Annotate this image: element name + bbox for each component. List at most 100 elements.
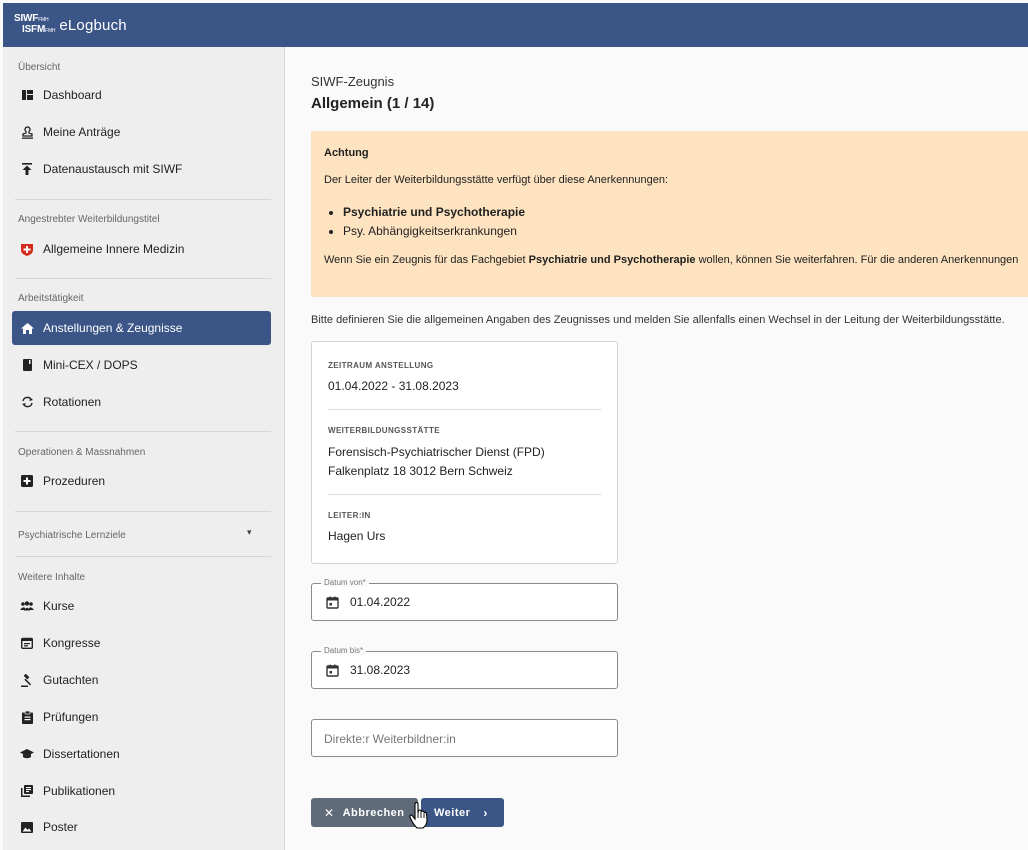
sidebar-item-label: Gutachten bbox=[43, 673, 99, 687]
sidebar-item-label: Kurse bbox=[43, 599, 75, 613]
next-button[interactable]: Weiter › bbox=[421, 798, 504, 827]
card-divider bbox=[328, 409, 601, 410]
datum-von-label: Datum von* bbox=[321, 578, 369, 587]
sidebar-item-label: Prüfungen bbox=[43, 710, 99, 724]
upload-icon bbox=[20, 162, 34, 176]
list-item: Psychiatrie und Psychotherapie bbox=[343, 203, 1015, 222]
sidebar-divider bbox=[15, 199, 271, 200]
calendar-icon bbox=[20, 636, 34, 650]
book-icon bbox=[20, 358, 34, 372]
datum-von-field[interactable]: Datum von* 01.04.2022 bbox=[311, 578, 618, 621]
graduation-cap-icon bbox=[20, 747, 34, 761]
sidebar-item-meine-antraege[interactable]: Meine Anträge bbox=[12, 115, 271, 149]
section-title-arbeitstaetigkeit: Arbeitstätigkeit bbox=[18, 293, 84, 304]
staette-address: Falkenplatz 18 3012 Bern Schweiz bbox=[328, 464, 513, 478]
alert-title: Achtung bbox=[324, 147, 369, 159]
sidebar-item-label: Allgemeine Innere Medizin bbox=[43, 242, 185, 256]
breadcrumb: SIWF-Zeugnis bbox=[311, 74, 395, 89]
zeitraum-value: 01.04.2022 - 31.08.2023 bbox=[328, 379, 459, 393]
staette-label: WEITERBILDUNGSSTÄTTE bbox=[328, 426, 440, 435]
leiter-label: LEITER:IN bbox=[328, 511, 371, 520]
gavel-icon bbox=[20, 673, 34, 687]
hand-cursor-icon bbox=[409, 802, 428, 829]
sidebar-item-dashboard[interactable]: Dashboard bbox=[12, 78, 271, 112]
sidebar-item-label: Dashboard bbox=[43, 88, 102, 102]
staette-name: Forensisch-Psychiatrischer Dienst (FPD) bbox=[328, 445, 545, 459]
swiss-cross-icon bbox=[20, 242, 34, 256]
close-icon: ✕ bbox=[324, 805, 335, 820]
calendar-icon[interactable] bbox=[326, 596, 339, 609]
sidebar-item-label: Poster bbox=[43, 820, 78, 834]
publications-icon bbox=[20, 784, 34, 798]
group-icon bbox=[20, 599, 34, 613]
sidebar-item-mini-cex-dops[interactable]: Mini-CEX / DOPS bbox=[12, 348, 271, 382]
app-name: eLogbuch bbox=[59, 16, 127, 34]
recognition-list: Psychiatrie und Psychotherapie Psy. Abhä… bbox=[343, 203, 1015, 241]
clipboard-icon bbox=[20, 710, 34, 724]
warning-alert: Achtung Der Leiter der Weiterbildungsstä… bbox=[311, 131, 1028, 297]
list-item: Psy. Abhängigkeitserkrankungen bbox=[343, 222, 1015, 241]
top-bar: SIWFFMH ISFMFMH eLogbuch bbox=[3, 3, 1028, 47]
alert-footer-text: Wenn Sie ein Zeugnis für das Fachgebiet bbox=[324, 254, 529, 266]
sidebar-item-kongresse[interactable]: Kongresse bbox=[12, 626, 271, 660]
siwf-logo-mark: SIWFFMH ISFMFMH bbox=[14, 13, 56, 35]
chevron-down-icon[interactable]: ▾ bbox=[247, 527, 252, 538]
sidebar-item-publikationen[interactable]: Publikationen bbox=[12, 774, 271, 808]
app-logo[interactable]: SIWFFMH ISFMFMH eLogbuch bbox=[14, 14, 127, 36]
stamp-icon bbox=[20, 125, 34, 139]
home-icon bbox=[20, 321, 34, 335]
sidebar-item-dissertationen[interactable]: Dissertationen bbox=[12, 737, 271, 771]
sidebar-divider bbox=[15, 431, 271, 432]
page-title: Allgemein (1 / 14) bbox=[311, 95, 435, 112]
sidebar-item-label: Meine Anträge bbox=[43, 125, 121, 139]
zeitraum-label: ZEITRAUM ANSTELLUNG bbox=[328, 361, 434, 370]
employment-info-card: ZEITRAUM ANSTELLUNG 01.04.2022 - 31.08.2… bbox=[311, 341, 618, 564]
sidebar-item-prozeduren[interactable]: Prozeduren bbox=[12, 464, 271, 498]
sidebar-item-rotationen[interactable]: Rotationen bbox=[12, 385, 271, 419]
sidebar-item-label: Kongresse bbox=[43, 636, 101, 650]
section-title-weiterbildungstitel: Angestrebter Weiterbildungstitel bbox=[18, 214, 160, 225]
section-title-operationen: Operationen & Massnahmen bbox=[18, 447, 146, 458]
cancel-button[interactable]: ✕ Abbrechen bbox=[311, 798, 418, 827]
datum-bis-label: Datum bis* bbox=[321, 646, 367, 655]
sidebar-item-datenaustausch[interactable]: Datenaustausch mit SIWF bbox=[12, 152, 271, 186]
alert-text: Der Leiter der Weiterbildungsstätte verf… bbox=[324, 174, 669, 186]
intro-text: Bitte definieren Sie die allgemeinen Ang… bbox=[311, 314, 1005, 326]
datum-von-value: 01.04.2022 bbox=[350, 595, 411, 609]
sidebar-item-poster[interactable]: Poster bbox=[12, 810, 271, 844]
section-toggle-psychiatrische-lernziele[interactable]: Psychiatrische Lernziele bbox=[18, 530, 126, 541]
next-button-label: Weiter bbox=[434, 806, 471, 819]
cancel-button-label: Abbrechen bbox=[342, 806, 405, 819]
sidebar-item-label: Publikationen bbox=[43, 784, 116, 798]
section-title-overview: Übersicht bbox=[18, 62, 61, 73]
calendar-icon[interactable] bbox=[326, 664, 339, 677]
section-title-weitere-inhalte: Weitere Inhalte bbox=[18, 572, 86, 583]
datum-bis-value: 31.08.2023 bbox=[350, 663, 411, 677]
image-icon bbox=[20, 820, 34, 834]
chevron-right-icon: › bbox=[483, 805, 488, 820]
sidebar-item-kurse[interactable]: Kurse bbox=[12, 589, 271, 623]
sidebar-item-anstellungen-zeugnisse[interactable]: Anstellungen & Zeugnisse bbox=[12, 311, 271, 345]
dashboard-icon bbox=[20, 88, 34, 102]
sidebar-item-label: Datenaustausch mit SIWF bbox=[43, 162, 183, 176]
sidebar-divider bbox=[15, 556, 271, 557]
alert-footer-bold: Psychiatrie und Psychotherapie bbox=[528, 254, 696, 266]
sidebar-divider bbox=[15, 278, 271, 279]
datum-bis-field[interactable]: Datum bis* 31.08.2023 bbox=[311, 646, 618, 689]
alert-footer: Wenn Sie ein Zeugnis für das Fachgebiet … bbox=[324, 254, 1018, 266]
sidebar-item-label: Mini-CEX / DOPS bbox=[43, 358, 138, 372]
sidebar-item-label: Dissertationen bbox=[43, 747, 120, 761]
direkte-weiterbildner-field[interactable] bbox=[311, 719, 618, 757]
sidebar-divider bbox=[15, 511, 271, 512]
direkte-weiterbildner-input[interactable] bbox=[324, 729, 604, 749]
sidebar-item-pruefungen[interactable]: Prüfungen bbox=[12, 700, 271, 734]
sidebar-item-allgemeine-innere-medizin[interactable]: Allgemeine Innere Medizin bbox=[12, 232, 271, 266]
alert-footer-text: wollen, können Sie weiterfahren. Für die… bbox=[695, 254, 1019, 266]
rotate-icon bbox=[20, 395, 34, 409]
sidebar: Übersicht Dashboard Meine Anträge Datena… bbox=[3, 47, 285, 850]
sidebar-item-gutachten[interactable]: Gutachten bbox=[12, 663, 271, 697]
leiter-value: Hagen Urs bbox=[328, 529, 386, 543]
plus-box-icon bbox=[20, 474, 34, 488]
sidebar-item-label: Prozeduren bbox=[43, 474, 106, 488]
sidebar-item-label: Rotationen bbox=[43, 395, 102, 409]
